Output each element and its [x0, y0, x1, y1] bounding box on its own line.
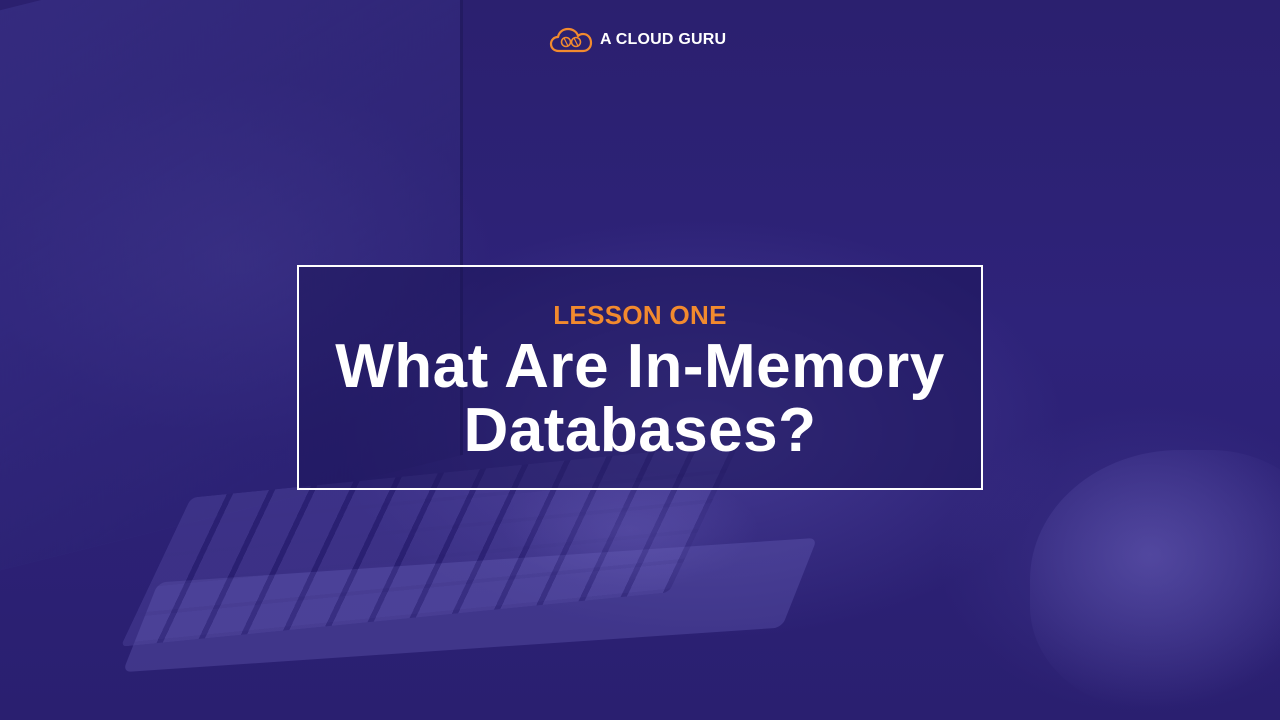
- brand-logo: A CLOUD GURU: [549, 24, 726, 56]
- cloud-logo-icon: [549, 26, 593, 54]
- lesson-title: What Are In-Memory Databases?: [299, 335, 981, 463]
- lesson-title-frame: LESSON ONE What Are In-Memory Databases?: [297, 265, 983, 490]
- brand-name: A CLOUD GURU: [600, 31, 727, 48]
- lesson-kicker: LESSON ONE: [553, 300, 727, 330]
- lesson-title-line-1: What Are In-Memory: [335, 332, 945, 401]
- hand-silhouette-right: [1030, 450, 1280, 710]
- lesson-title-line-2: Databases?: [463, 396, 817, 465]
